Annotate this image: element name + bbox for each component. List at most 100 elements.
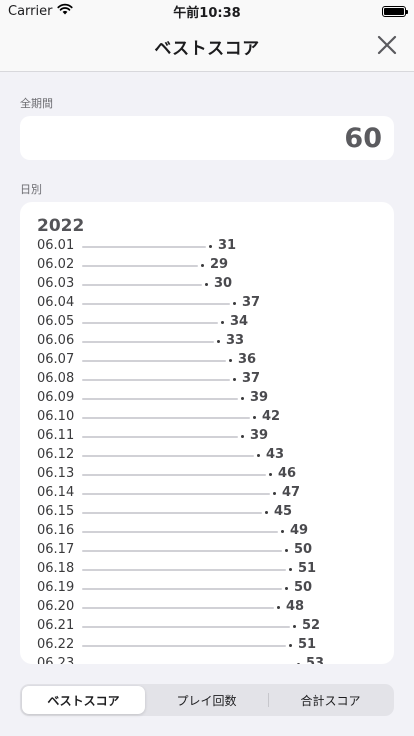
- daily-row-score: 49: [290, 523, 309, 538]
- daily-row-score: 29: [210, 257, 229, 272]
- daily-row-date: 06.05: [37, 314, 75, 329]
- daily-row-bar: [82, 398, 238, 400]
- daily-row-dot: [201, 264, 204, 267]
- daily-row-score: 47: [282, 485, 301, 500]
- daily-row-bar: [82, 284, 202, 286]
- daily-row-bar: [82, 493, 270, 495]
- daily-row-dot: [293, 625, 296, 628]
- daily-row: 06.19 50: [20, 578, 394, 597]
- daily-row: 06.22 51: [20, 635, 394, 654]
- daily-row-bar: [82, 322, 218, 324]
- daily-row-dot: [257, 454, 260, 457]
- daily-row-dot: [217, 340, 220, 343]
- daily-row-dot: [233, 302, 236, 305]
- daily-row-bar: [82, 303, 230, 305]
- daily-row-date: 06.02: [37, 257, 75, 272]
- daily-row-date: 06.22: [37, 637, 75, 652]
- daily-row-bar: [82, 645, 286, 647]
- daily-row: 06.01 31: [20, 236, 394, 255]
- daily-row-score: 53: [306, 656, 325, 664]
- daily-row-date: 06.03: [37, 276, 75, 291]
- daily-row-date: 06.15: [37, 504, 75, 519]
- daily-row-date: 06.06: [37, 333, 75, 348]
- daily-row-bar: [82, 474, 266, 476]
- daily-row-bar: [82, 512, 262, 514]
- daily-row: 06.17 50: [20, 540, 394, 559]
- status-bar: Carrier 午前10:38: [0, 0, 414, 22]
- daily-row-score: 45: [274, 504, 293, 519]
- daily-row-date: 06.19: [37, 580, 75, 595]
- daily-label: 日別: [20, 183, 42, 196]
- daily-row-dot: [205, 283, 208, 286]
- daily-row: 06.10 42: [20, 407, 394, 426]
- daily-row-date: 06.21: [37, 618, 75, 633]
- daily-row-score: 30: [214, 276, 233, 291]
- daily-row-score: 43: [266, 447, 285, 462]
- daily-row-dot: [265, 511, 268, 514]
- daily-row: 06.20 48: [20, 597, 394, 616]
- daily-row-score: 34: [230, 314, 249, 329]
- daily-row: 06.14 47: [20, 483, 394, 502]
- daily-row-date: 06.09: [37, 390, 75, 405]
- daily-row: 06.02 29: [20, 255, 394, 274]
- daily-row-dot: [269, 473, 272, 476]
- daily-row-bar: [82, 531, 278, 533]
- daily-row-score: 46: [278, 466, 297, 481]
- all-time-card: 60: [20, 116, 394, 160]
- page-title: ベストスコア: [154, 39, 260, 59]
- daily-row-date: 06.08: [37, 371, 75, 386]
- daily-row-date: 06.13: [37, 466, 75, 481]
- wifi-icon: [57, 3, 74, 19]
- daily-row-dot: [241, 435, 244, 438]
- daily-row: 06.21 52: [20, 616, 394, 635]
- daily-row-bar: [82, 436, 238, 438]
- daily-row-dot: [233, 378, 236, 381]
- daily-row: 06.15 45: [20, 502, 394, 521]
- daily-row-score: 37: [242, 295, 261, 310]
- segment-total-score[interactable]: 合計スコア: [269, 686, 392, 714]
- daily-row: 06.18 51: [20, 559, 394, 578]
- daily-row-dot: [241, 397, 244, 400]
- daily-row-date: 06.10: [37, 409, 75, 424]
- daily-row-date: 06.14: [37, 485, 75, 500]
- daily-row-bar: [82, 265, 198, 267]
- daily-row-date: 06.01: [37, 238, 75, 253]
- daily-row: 06.09 39: [20, 388, 394, 407]
- daily-row-bar: [82, 379, 230, 381]
- daily-row-score: 39: [250, 390, 269, 405]
- daily-row-date: 06.12: [37, 447, 75, 462]
- daily-row: 06.12 43: [20, 445, 394, 464]
- segment-best-score[interactable]: ベストスコア: [22, 686, 145, 714]
- daily-row: 06.06 33: [20, 331, 394, 350]
- daily-row-dot: [289, 644, 292, 647]
- daily-row-bar: [82, 455, 254, 457]
- daily-row-score: 39: [250, 428, 269, 443]
- daily-row-bar: [82, 550, 282, 552]
- daily-row-date: 06.07: [37, 352, 75, 367]
- navigation-bar: ベストスコア: [0, 22, 414, 72]
- daily-row: 06.11 39: [20, 426, 394, 445]
- daily-row: 06.05 34: [20, 312, 394, 331]
- segment-play-count[interactable]: プレイ回数: [145, 686, 268, 714]
- daily-list[interactable]: 2022 06.01 31 06.02 29 06.03 30 06.04 37 06.05 34…: [20, 202, 394, 664]
- daily-row-bar: [82, 341, 214, 343]
- daily-row-score: 37: [242, 371, 261, 386]
- daily-row-dot: [253, 416, 256, 419]
- close-button[interactable]: [372, 32, 402, 62]
- daily-row-bar: [82, 607, 274, 609]
- daily-row-score: 33: [226, 333, 245, 348]
- carrier-label: Carrier: [8, 3, 53, 19]
- daily-row-score: 48: [286, 599, 305, 614]
- all-time-label: 全期間: [20, 97, 53, 110]
- daily-row-bar: [82, 360, 226, 362]
- daily-row-bar: [82, 246, 206, 248]
- daily-row: 06.16 49: [20, 521, 394, 540]
- battery-icon: [382, 5, 408, 17]
- daily-row-score: 50: [294, 542, 313, 557]
- daily-row-date: 06.18: [37, 561, 75, 576]
- daily-rows: 06.01 31 06.02 29 06.03 30 06.04 37 06.05 34 06.06…: [20, 236, 394, 664]
- daily-row-dot: [229, 359, 232, 362]
- daily-row-dot: [277, 606, 280, 609]
- year-header: 2022: [37, 216, 85, 236]
- daily-row-bar: [82, 626, 290, 628]
